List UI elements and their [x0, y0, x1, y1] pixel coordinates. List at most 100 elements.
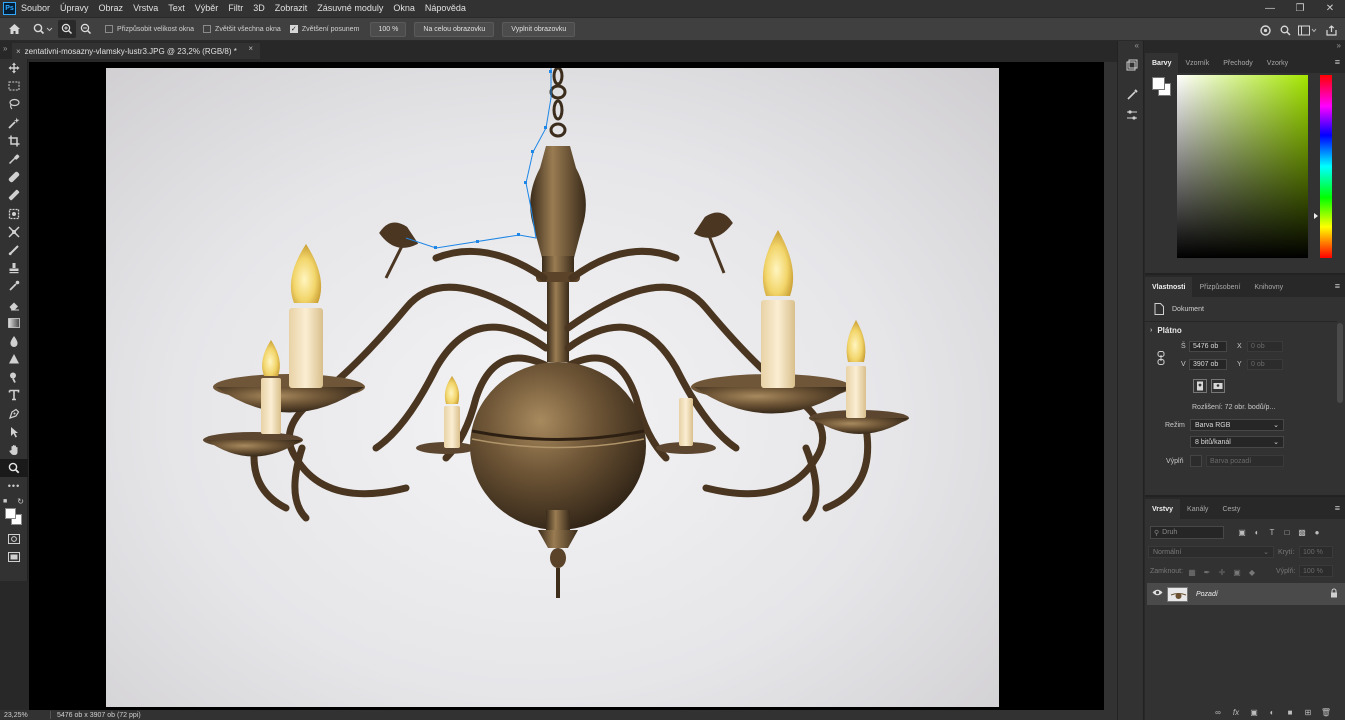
share-icon[interactable]	[1321, 24, 1341, 36]
marquee-tool-icon[interactable]	[0, 77, 28, 95]
home-icon[interactable]	[0, 17, 28, 41]
search-icon[interactable]	[1275, 25, 1295, 36]
menu-obraz[interactable]: Obraz	[94, 0, 129, 17]
zoom-tool-preset-icon[interactable]	[28, 17, 58, 41]
canvas-area[interactable]	[29, 59, 1117, 710]
healing-brush-tool-icon[interactable]	[0, 168, 28, 186]
tab-vlastnosti[interactable]: Vlastnosti	[1145, 277, 1193, 297]
layers-panel-menu-icon[interactable]: ≡	[1335, 503, 1340, 513]
color-panel-menu-icon[interactable]: ≡	[1335, 57, 1340, 67]
menu-zobrazit[interactable]: Zobrazit	[270, 0, 313, 17]
menu-vyber[interactable]: Výběr	[190, 0, 224, 17]
height-field[interactable]: 3907 ob	[1189, 359, 1227, 370]
zoom-out-icon[interactable]	[76, 20, 96, 38]
link-dimensions-icon[interactable]	[1157, 351, 1165, 365]
tab-prechody[interactable]: Přechody	[1216, 53, 1260, 73]
scrubby-zoom-option[interactable]: ✓ Zvětšení posunem	[289, 25, 359, 33]
hand-tool-icon[interactable]	[0, 441, 28, 459]
tab-prizpusobeni[interactable]: Přizpůsobení	[1192, 277, 1247, 297]
zoom-tool-icon[interactable]	[0, 459, 28, 478]
eyedropper-tool-icon[interactable]	[0, 150, 28, 168]
minimize-icon[interactable]: —	[1255, 0, 1285, 17]
tab-knihovny[interactable]: Knihovny	[1247, 277, 1290, 297]
document-image[interactable]	[106, 68, 999, 707]
filter-smart-object-icon[interactable]: ▩	[1296, 526, 1308, 538]
canvas-section-header[interactable]: › Plátno	[1150, 326, 1182, 335]
menu-soubor[interactable]: Soubor	[21, 0, 55, 17]
close-icon[interactable]: ✕	[1315, 0, 1345, 17]
portrait-orientation-icon[interactable]	[1193, 379, 1207, 393]
path-selection-tool-icon[interactable]	[0, 423, 28, 441]
bit-depth-select[interactable]: 8 bitů/kanál ⌄	[1190, 436, 1284, 448]
menu-zasuvne-moduly[interactable]: Zásuvné moduly	[312, 0, 388, 17]
properties-scrollbar[interactable]	[1337, 323, 1343, 403]
tab-barvy[interactable]: Barvy	[1145, 53, 1179, 73]
stamp-tool-icon[interactable]	[0, 259, 28, 277]
quick-selection-tool-icon[interactable]	[0, 114, 28, 132]
zoom-in-icon[interactable]	[58, 20, 76, 38]
fit-screen-button[interactable]: Na celou obrazovku	[414, 21, 495, 37]
quick-mask-icon[interactable]	[0, 530, 28, 548]
brush-tool-icon[interactable]	[0, 186, 28, 204]
layer-lock-icon[interactable]	[1330, 588, 1338, 600]
filter-shape-icon[interactable]: □	[1281, 526, 1293, 538]
zoom-percent-field[interactable]: 100 %	[370, 21, 407, 37]
status-zoom[interactable]: 23,25%	[0, 712, 50, 719]
collapse-strip-icon[interactable]: «	[1118, 41, 1143, 51]
fit-window-option[interactable]: Přizpůsobit velikost okna	[105, 25, 194, 33]
tab-vrstvy[interactable]: Vrstvy	[1145, 499, 1181, 519]
menu-3d[interactable]: 3D	[248, 0, 270, 17]
eraser-tool-icon[interactable]	[0, 241, 28, 259]
zoom-all-option[interactable]: Zvětšit všechna okna	[203, 25, 281, 33]
mode-select[interactable]: Barva RGB ⌄	[1190, 419, 1284, 431]
eraser-alt-tool-icon[interactable]	[0, 295, 28, 313]
history-brush-tool-icon[interactable]	[0, 223, 28, 241]
filter-toggle-icon[interactable]: ●	[1311, 526, 1323, 538]
tab-close-left-icon[interactable]: ×	[16, 47, 21, 56]
blur-tool-icon[interactable]	[0, 332, 28, 350]
maximize-icon[interactable]: ❐	[1285, 0, 1315, 17]
swap-colors-icon[interactable]: ↻	[17, 497, 24, 506]
document-tab[interactable]: × zentativni-mosazny-vlamsky-lustr3.JPG …	[12, 43, 260, 59]
art-history-brush-icon[interactable]	[0, 277, 28, 295]
landscape-orientation-icon[interactable]	[1211, 379, 1225, 393]
tab-vzorky[interactable]: Vzorky	[1260, 53, 1295, 73]
history-panel-icon[interactable]	[1118, 55, 1145, 75]
layer-filter-field[interactable]: ⚲ Druh	[1150, 526, 1224, 539]
gradient-tool-icon[interactable]	[0, 314, 28, 332]
zoom-all-checkbox[interactable]	[203, 25, 212, 33]
layer-row-background[interactable]: Pozadí	[1147, 583, 1345, 605]
new-adjustment-layer-icon[interactable]: ◐	[1263, 708, 1281, 717]
new-group-icon[interactable]: ■	[1281, 708, 1299, 717]
hue-slider-handle[interactable]	[1314, 213, 1318, 219]
new-layer-icon[interactable]: ⊞	[1299, 708, 1317, 717]
panel-foreground-swatch[interactable]	[1152, 77, 1165, 90]
properties-panel-menu-icon[interactable]: ≡	[1335, 281, 1340, 291]
menu-vrstva[interactable]: Vrstva	[128, 0, 163, 17]
workspace-icon[interactable]	[1295, 25, 1321, 36]
learn-icon[interactable]	[1255, 24, 1275, 36]
pen-tool-icon[interactable]	[0, 405, 28, 423]
menu-upravy[interactable]: Úpravy	[55, 0, 94, 17]
tab-kanaly[interactable]: Kanály	[1180, 499, 1215, 519]
tab-vzornik[interactable]: Vzorník	[1178, 53, 1216, 73]
width-field[interactable]: 5476 ob	[1189, 341, 1227, 352]
menu-filtr[interactable]: Filtr	[223, 0, 248, 17]
foreground-color-swatch[interactable]	[5, 507, 16, 519]
menu-okna[interactable]: Okna	[388, 0, 420, 17]
screen-mode-icon[interactable]	[0, 548, 28, 566]
brush-settings-panel-icon[interactable]	[1118, 85, 1145, 105]
burn-tool-icon[interactable]	[0, 368, 28, 386]
tab-cesty[interactable]: Cesty	[1215, 499, 1247, 519]
color-swatches[interactable]: ■ ↻	[0, 496, 27, 530]
default-colors-icon[interactable]: ■	[3, 498, 7, 505]
filter-type-icon[interactable]: T	[1266, 526, 1278, 538]
move-tool-icon[interactable]	[0, 59, 28, 77]
fill-screen-button[interactable]: Vyplnit obrazovku	[502, 21, 576, 37]
adjustments-panel-icon[interactable]	[1118, 105, 1145, 125]
clone-stamp-tool-icon[interactable]	[0, 205, 28, 223]
type-tool-icon[interactable]	[0, 386, 28, 404]
lasso-tool-icon[interactable]	[0, 95, 28, 113]
delete-layer-icon[interactable]: 🗑	[1317, 708, 1335, 717]
scrubby-zoom-checkbox[interactable]: ✓	[289, 25, 298, 33]
